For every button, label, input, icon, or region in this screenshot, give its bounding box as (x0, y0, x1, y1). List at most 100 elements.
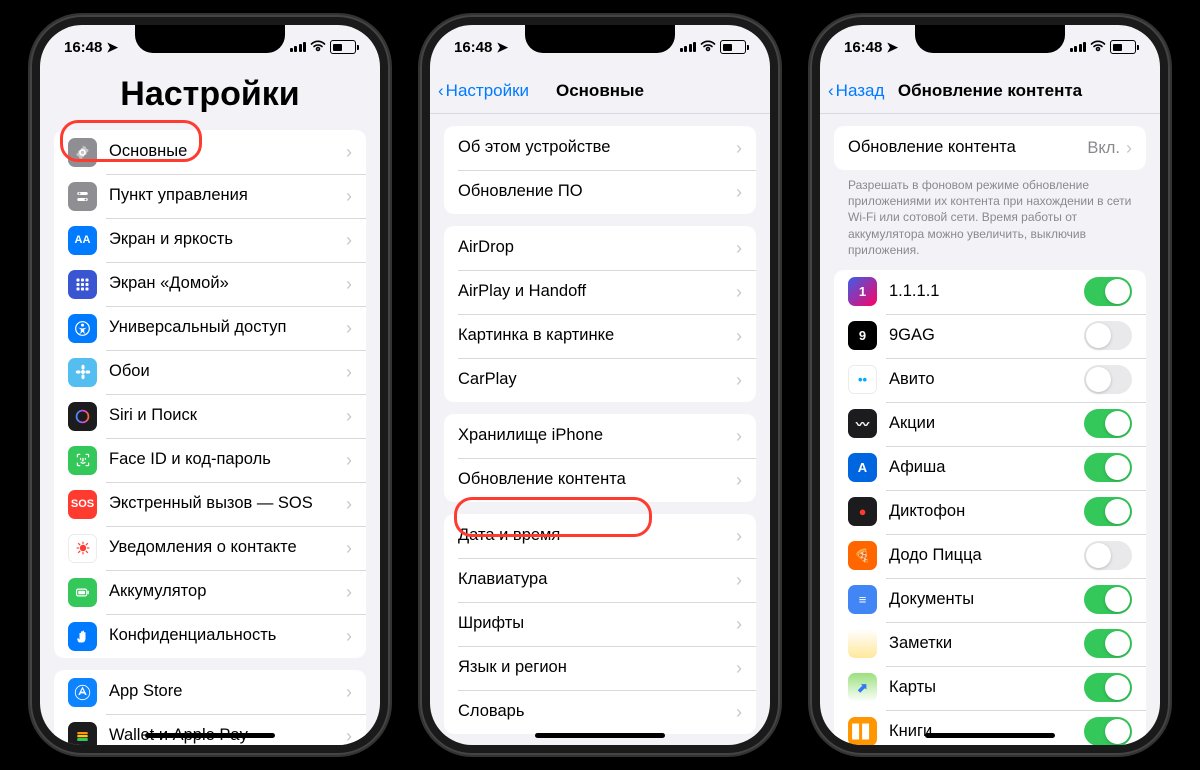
cell-label: Язык и регион (458, 648, 736, 688)
content-scroll[interactable]: Об этом устройстве › Обновление ПО › Air… (430, 114, 770, 745)
app-label: Афиша (889, 448, 1084, 488)
chevron-right-icon: › (346, 142, 352, 163)
app-label: 1.1.1.1 (889, 272, 1084, 312)
cell-g2-0[interactable]: AirDrop › (444, 226, 756, 270)
content-scroll[interactable]: Обновление контента Вкл. › Разрешать в ф… (820, 114, 1160, 745)
cell-g3-0[interactable]: Хранилище iPhone › (444, 414, 756, 458)
app-toggle[interactable] (1084, 365, 1132, 394)
app-label: Заметки (889, 624, 1084, 664)
cell-g1-7[interactable]: Face ID и код-пароль › (54, 438, 366, 482)
access-icon (68, 314, 97, 343)
cell-g1-10[interactable]: Аккумулятор › (54, 570, 366, 614)
cell-g4-2[interactable]: Шрифты › (444, 602, 756, 646)
chevron-right-icon: › (346, 726, 352, 746)
chevron-right-icon: › (346, 406, 352, 427)
cell-bg-refresh-master[interactable]: Обновление контента Вкл. › (834, 126, 1146, 170)
notch (135, 25, 285, 53)
home-indicator[interactable] (535, 733, 665, 738)
SOS-icon: SOS (68, 490, 97, 519)
cell-g3-1[interactable]: Обновление контента › (444, 458, 756, 502)
battery-icon (68, 578, 97, 607)
page-title: Основные (556, 81, 644, 101)
cell-g1-0[interactable]: Об этом устройстве › (444, 126, 756, 170)
cell-g1-9[interactable]: Уведомления о контакте › (54, 526, 366, 570)
app-toggle[interactable] (1084, 409, 1132, 438)
chevron-right-icon: › (346, 230, 352, 251)
cell-g1-2[interactable]: AA Экран и яркость › (54, 218, 366, 262)
nav-bar: ‹Назад Обновление контента (820, 69, 1160, 114)
cell-g2-1[interactable]: AirPlay и Handoff › (444, 270, 756, 314)
app-row-7: ≡ Документы (834, 578, 1146, 622)
cell-label: Пункт управления (109, 176, 346, 216)
section-airdrop: AirDrop › AirPlay и Handoff › Картинка в… (444, 226, 756, 402)
siri-icon (68, 402, 97, 431)
cell-label: Уведомления о контакте (109, 528, 346, 568)
cell-label: Siri и Поиск (109, 396, 346, 436)
cell-label: App Store (109, 672, 346, 712)
chevron-right-icon: › (736, 238, 742, 259)
cell-g1-0[interactable]: Основные › (54, 130, 366, 174)
phone-settings: 16:48➤ Настройки Основные › Пункт управл… (30, 15, 390, 755)
battery-icon (330, 40, 356, 54)
cell-g2-1[interactable]: Wallet и Apple Pay › (54, 714, 366, 745)
location-icon: ➤ (496, 39, 508, 56)
cell-g1-8[interactable]: SOS Экстренный вызов — SOS › (54, 482, 366, 526)
app-label: Акции (889, 404, 1084, 444)
wifi-icon (1090, 39, 1106, 56)
wallet-icon (68, 722, 97, 746)
content-scroll[interactable]: Основные › Пункт управления › AA Экран и… (40, 122, 380, 745)
app-toggle[interactable] (1084, 277, 1132, 306)
app-toggle[interactable] (1084, 585, 1132, 614)
cell-g4-0[interactable]: Дата и время › (444, 514, 756, 558)
chevron-right-icon: › (346, 186, 352, 207)
back-button[interactable]: ‹Назад (828, 81, 884, 101)
app-toggle[interactable] (1084, 717, 1132, 745)
cell-g4-3[interactable]: Язык и регион › (444, 646, 756, 690)
cell-label: CarPlay (458, 360, 736, 400)
cell-g4-4[interactable]: Словарь › (444, 690, 756, 734)
cell-label: Дата и время (458, 516, 736, 556)
app-label: Документы (889, 580, 1084, 620)
cell-g2-2[interactable]: Картинка в картинке › (444, 314, 756, 358)
cell-label: AirDrop (458, 228, 736, 268)
app-toggle[interactable] (1084, 629, 1132, 658)
app-row-10: ▋▋ Книги (834, 710, 1146, 745)
cell-g2-0[interactable]: App Store › (54, 670, 366, 714)
cell-g1-5[interactable]: Обои › (54, 350, 366, 394)
app-toggle[interactable] (1084, 497, 1132, 526)
cell-g1-3[interactable]: Экран «Домой» › (54, 262, 366, 306)
app-label: Диктофон (889, 492, 1084, 532)
cell-g1-6[interactable]: Siri и Поиск › (54, 394, 366, 438)
status-time: 16:48 (454, 39, 492, 56)
page-title: Настройки (40, 69, 380, 122)
cell-g1-1[interactable]: Обновление ПО › (444, 170, 756, 214)
chevron-right-icon: › (736, 282, 742, 303)
section-footer: Разрешать в фоновом режиме обновление пр… (820, 170, 1160, 258)
app-toggle[interactable] (1084, 541, 1132, 570)
chevron-right-icon: › (736, 370, 742, 391)
wifi-icon (310, 39, 326, 56)
app-toggle[interactable] (1084, 673, 1132, 702)
signal-icon (290, 42, 307, 52)
back-button[interactable]: ‹Настройки (438, 81, 529, 101)
gear-icon (68, 138, 97, 167)
chevron-right-icon: › (346, 682, 352, 703)
app-icon: 🍕 (848, 541, 877, 570)
app-icon: 9 (848, 321, 877, 350)
home-indicator[interactable] (925, 733, 1055, 738)
cell-g1-4[interactable]: Универсальный доступ › (54, 306, 366, 350)
cell-g2-3[interactable]: CarPlay › (444, 358, 756, 402)
app-row-2: •• Авито (834, 358, 1146, 402)
cell-g1-11[interactable]: Конфиденциальность › (54, 614, 366, 658)
section-storage: Хранилище iPhone › Обновление контента › (444, 414, 756, 502)
chevron-right-icon: › (736, 326, 742, 347)
battery-icon (720, 40, 746, 54)
app-toggle[interactable] (1084, 321, 1132, 350)
app-row-6: 🍕 Додо Пицца (834, 534, 1146, 578)
cell-g4-1[interactable]: Клавиатура › (444, 558, 756, 602)
home-indicator[interactable] (145, 733, 275, 738)
app-toggle[interactable] (1084, 453, 1132, 482)
app-row-3: 〰 Акции (834, 402, 1146, 446)
notch (525, 25, 675, 53)
cell-g1-1[interactable]: Пункт управления › (54, 174, 366, 218)
